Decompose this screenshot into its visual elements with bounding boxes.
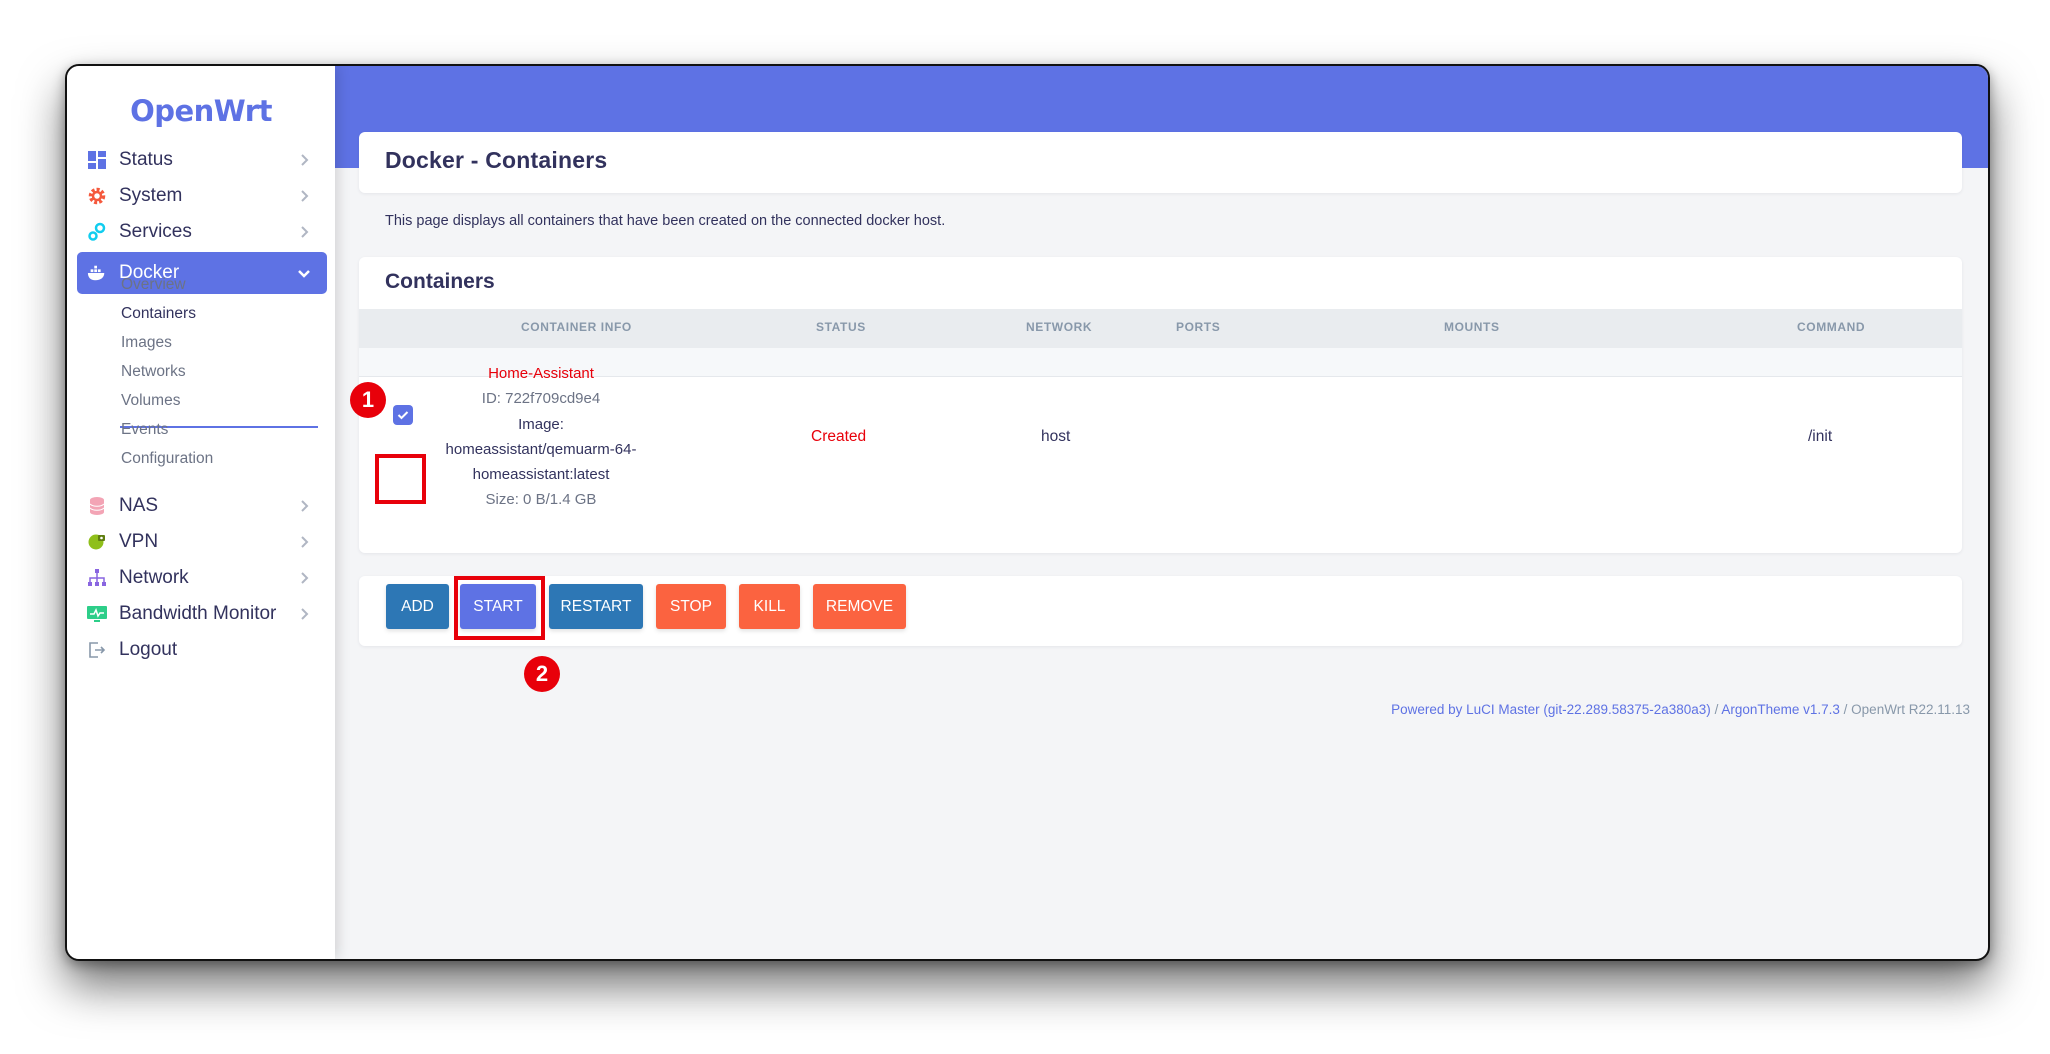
dashboard-icon: [87, 150, 107, 170]
sidebar-subitem-volumes[interactable]: Volumes: [121, 392, 180, 410]
chevron-down-icon: [298, 270, 310, 278]
sidebar: OpenWrt Status System Services Docker Ov…: [67, 66, 335, 959]
column-header-container-info: CONTAINER INFO: [521, 320, 632, 334]
openwrt-version: OpenWrt R22.11.13: [1851, 702, 1970, 717]
gear-icon: [87, 186, 107, 206]
chevron-right-icon: [301, 536, 309, 548]
openwrt-logo[interactable]: OpenWrt: [67, 94, 335, 128]
highlight-box-checkbox: [375, 454, 426, 504]
monitor-chart-icon: [87, 604, 107, 624]
column-header-status: STATUS: [816, 320, 866, 334]
column-header-ports: PORTS: [1176, 320, 1221, 334]
chevron-right-icon: [301, 608, 309, 620]
container-size: Size: 0 B/1.4 GB: [485, 491, 597, 508]
sidebar-subitem-configuration[interactable]: Configuration: [121, 450, 213, 468]
sidebar-subitem-networks[interactable]: Networks: [121, 363, 186, 381]
chevron-right-icon: [301, 154, 309, 166]
actions-card: ADD START RESTART STOP KILL REMOVE: [359, 576, 1962, 646]
sidebar-item-label: VPN: [119, 531, 159, 552]
footer: Powered by LuCI Master (git-22.289.58375…: [1391, 702, 1970, 717]
column-header-mounts: MOUNTS: [1444, 320, 1500, 334]
sidebar-item-services[interactable]: Services: [77, 211, 327, 253]
sidebar-subitem-images[interactable]: Images: [121, 334, 172, 352]
database-icon: [87, 496, 107, 516]
sidebar-item-label: System: [119, 185, 183, 206]
theme-link[interactable]: ArgonTheme v1.7.3: [1721, 702, 1840, 717]
sidebar-item-label: NAS: [119, 495, 159, 516]
footer-separator: /: [1710, 702, 1722, 717]
container-status: Created: [811, 428, 867, 445]
sidebar-item-label: Network: [119, 567, 189, 588]
step-badge-1: 1: [350, 382, 386, 418]
sidebar-item-logout[interactable]: Logout: [77, 629, 327, 671]
container-command: /init: [1808, 428, 1833, 445]
sidebar-subitem-overview[interactable]: Overview: [121, 276, 186, 294]
container-image-label: Image:: [518, 416, 564, 433]
page-description: This page displays all containers that h…: [385, 213, 946, 229]
chevron-right-icon: [301, 572, 309, 584]
highlight-box-start: [454, 576, 545, 640]
page-title-card: Docker - Containers: [359, 132, 1962, 193]
column-header-network: NETWORK: [1026, 320, 1093, 334]
docker-whale-icon: [87, 263, 107, 283]
container-network: host: [1041, 428, 1071, 445]
column-header-command: COMMAND: [1797, 320, 1866, 334]
browser-window: OpenWrt Status System Services Docker Ov…: [65, 64, 1990, 961]
section-title: Containers: [385, 270, 495, 293]
page-title: Docker - Containers: [385, 147, 608, 173]
container-id: ID: 722f709cd9e4: [481, 390, 601, 407]
table-header: CONTAINER INFO STATUS NETWORK PORTS MOUN…: [359, 309, 1962, 348]
sidebar-item-label: Services: [119, 221, 192, 242]
step-badge-2: 2: [524, 656, 560, 692]
chevron-right-icon: [301, 226, 309, 238]
containers-table-card: Containers CONTAINER INFO STATUS NETWORK…: [359, 257, 1962, 553]
sidebar-subitem-containers[interactable]: Containers: [121, 305, 196, 323]
sidebar-item-label: Bandwidth Monitor: [119, 603, 277, 624]
restart-button[interactable]: RESTART: [549, 584, 643, 629]
sidebar-item-label: Status: [119, 149, 173, 170]
container-image-name-line2: homeassistant:latest: [472, 466, 610, 483]
logout-icon: [87, 640, 107, 660]
sitemap-icon: [87, 568, 107, 588]
remove-button[interactable]: REMOVE: [813, 584, 906, 629]
footer-separator: /: [1839, 702, 1852, 717]
luci-link[interactable]: Powered by LuCI Master (git-22.289.58375…: [1391, 702, 1711, 717]
stop-button[interactable]: STOP: [656, 584, 726, 629]
add-button[interactable]: ADD: [386, 584, 449, 629]
cogs-icon: [87, 222, 107, 242]
container-name-link[interactable]: Home-Assistant: [391, 365, 691, 382]
globe-lock-icon: [87, 532, 107, 552]
sidebar-item-label: Logout: [119, 639, 178, 660]
container-image-name-line1: homeassistant/qemuarm-64-: [445, 441, 637, 458]
chevron-right-icon: [301, 500, 309, 512]
sidebar-subitem-events[interactable]: Events: [121, 421, 168, 439]
sidebar-item-docker[interactable]: Docker: [77, 252, 327, 294]
chevron-right-icon: [301, 190, 309, 202]
kill-button[interactable]: KILL: [739, 584, 800, 629]
